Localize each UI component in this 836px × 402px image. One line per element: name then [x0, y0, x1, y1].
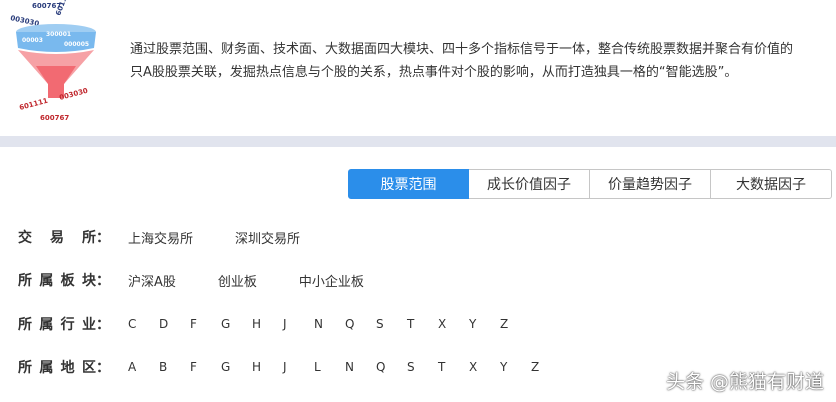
funnel-logo-icon: 600767 003030 601111 00003 300001 000005…: [10, 0, 96, 122]
filter-label: 所 属 地 区：: [18, 360, 110, 376]
logo-number: 000005: [64, 41, 89, 48]
filter-row-board: 所 属 板 块： 沪深A股 创业板 中小企业板: [18, 269, 364, 291]
option-industry[interactable]: J: [283, 317, 314, 331]
filter-options: 沪深A股 创业板 中小企业板: [128, 271, 364, 290]
option-industry[interactable]: G: [221, 317, 252, 331]
option-region[interactable]: F: [190, 360, 221, 374]
option-region[interactable]: A: [128, 360, 159, 374]
filter-label: 所 属 板 块：: [18, 273, 110, 289]
option-industry[interactable]: F: [190, 317, 221, 331]
option-board[interactable]: 中小企业板: [299, 271, 364, 290]
option-industry[interactable]: S: [376, 317, 407, 331]
header-section: 600767 003030 601111 00003 300001 000005…: [0, 0, 836, 136]
option-region[interactable]: N: [345, 360, 376, 374]
option-industry[interactable]: Y: [469, 317, 500, 331]
option-industry[interactable]: N: [314, 317, 345, 331]
option-industry[interactable]: Q: [345, 317, 376, 331]
filter-row-region: 所 属 地 区： A B F G H J L N Q S T X Y Z: [18, 356, 562, 378]
option-board[interactable]: 创业板: [218, 271, 257, 290]
option-region[interactable]: J: [283, 360, 314, 374]
option-region[interactable]: T: [438, 360, 469, 374]
logo-number: 600767: [40, 114, 69, 122]
option-region[interactable]: B: [159, 360, 190, 374]
option-industry[interactable]: T: [407, 317, 438, 331]
description: 通过股票范围、财务面、技术面、大数据面四大模块、四十多个指标信号于一体，整合传统…: [130, 38, 836, 84]
option-industry[interactable]: H: [252, 317, 283, 331]
factor-tabs: 股票范围 成长价值因子 价量趋势因子 大数据因子: [348, 169, 832, 199]
option-region[interactable]: X: [469, 360, 500, 374]
section-divider: [0, 136, 836, 147]
logo-number: 300001: [46, 31, 71, 38]
tab-growth-value[interactable]: 成长价值因子: [469, 169, 590, 199]
option-industry[interactable]: C: [128, 317, 159, 331]
option-region[interactable]: L: [314, 360, 345, 374]
filter-label: 交 易 所：: [18, 230, 110, 246]
tab-stock-range[interactable]: 股票范围: [348, 169, 469, 199]
option-region[interactable]: Z: [531, 360, 562, 374]
option-region[interactable]: Y: [500, 360, 531, 374]
filter-row-industry: 所 属 行 业： C D F G H J N Q S T X Y Z: [18, 313, 531, 335]
option-shanghai-exchange[interactable]: 上海交易所: [128, 228, 193, 247]
filter-options: 上海交易所 深圳交易所: [128, 228, 300, 247]
option-shenzhen-exchange[interactable]: 深圳交易所: [235, 228, 300, 247]
filter-row-exchange: 交 易 所： 上海交易所 深圳交易所: [18, 226, 300, 248]
filter-label: 所 属 行 业：: [18, 317, 110, 333]
description-line: 只A股股票关联，发掘热点信息与个股的关系，热点事件对个股的影响，从而打造独具一格…: [130, 65, 738, 80]
description-line: 通过股票范围、财务面、技术面、大数据面四大模块、四十多个指标信号于一体，整合传统…: [130, 42, 794, 57]
option-region[interactable]: G: [221, 360, 252, 374]
logo-number: 00003: [22, 37, 43, 44]
option-industry[interactable]: D: [159, 317, 190, 331]
option-industry[interactable]: Z: [500, 317, 531, 331]
option-region[interactable]: Q: [376, 360, 407, 374]
filter-options: A B F G H J L N Q S T X Y Z: [128, 360, 562, 374]
watermark: 头条 @熊猫有财道: [665, 371, 824, 393]
option-region[interactable]: S: [407, 360, 438, 374]
tab-big-data[interactable]: 大数据因子: [711, 169, 832, 199]
option-region[interactable]: H: [252, 360, 283, 374]
option-board[interactable]: 沪深A股: [128, 271, 176, 290]
tab-price-volume[interactable]: 价量趋势因子: [590, 169, 711, 199]
logo-number: 601111: [18, 97, 48, 112]
option-industry[interactable]: X: [438, 317, 469, 331]
filter-options: C D F G H J N Q S T X Y Z: [128, 317, 531, 331]
